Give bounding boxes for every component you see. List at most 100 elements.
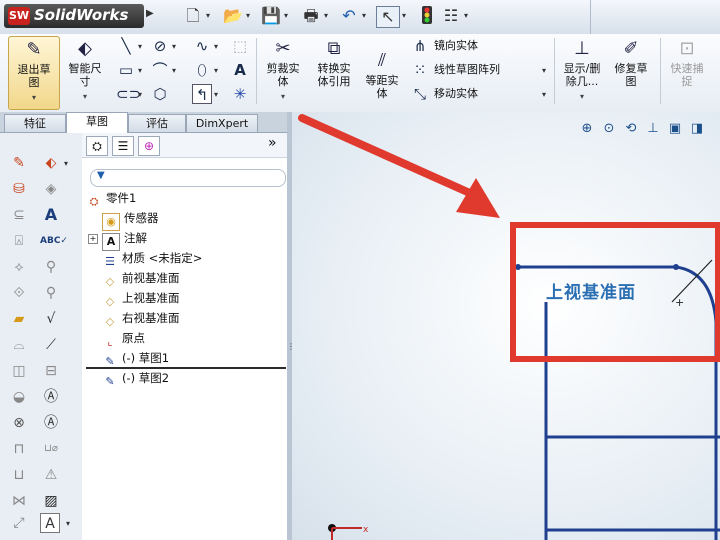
select-pointer-icon[interactable]: ↖ (376, 6, 400, 28)
wrap-icon[interactable]: ◫ (8, 361, 30, 381)
geometric-tolerance-icon[interactable]: ⊔⌀ (40, 439, 62, 459)
arc-icon[interactable]: ⌒ (150, 60, 170, 80)
draft-icon[interactable]: ⟐ (8, 283, 30, 303)
loft-icon[interactable]: ⍓ (8, 231, 30, 251)
dome-icon[interactable]: ◒ (8, 387, 30, 407)
hatch-icon[interactable]: ▨ (40, 491, 62, 511)
scale-icon[interactable]: ⤢ (8, 513, 30, 533)
configuration-tab-icon[interactable]: ⊕ (138, 136, 160, 156)
open-dropdown-icon[interactable]: ▾ (246, 9, 254, 23)
move-entities-button[interactable]: 移动实体 (434, 84, 478, 104)
tree-node-sketch2[interactable]: ✎ (-) 草图2 (102, 369, 169, 388)
undo-dropdown-icon[interactable]: ▾ (362, 9, 370, 23)
tree-node-part[interactable]: ⛭ 零件1 (86, 189, 137, 208)
new-dropdown-icon[interactable]: ▾ (206, 9, 214, 23)
tab-dimxpert[interactable]: DimXpert (186, 114, 258, 132)
tree-node-front-plane[interactable]: ◇ 前视基准面 (102, 269, 180, 288)
collapse-panel-button[interactable]: » (268, 135, 277, 151)
display-delete-relations-button[interactable]: ⊥ 显示/删 除几... ▾ (558, 36, 606, 108)
solidworks-logo[interactable]: SW SolidWorks (4, 4, 144, 28)
undo-icon[interactable]: ↶ (338, 6, 360, 26)
indent-icon[interactable]: ⋈ (8, 491, 30, 511)
linear-pattern-button[interactable]: 线性草图阵列 (434, 60, 500, 80)
traffic-light-icon[interactable] (416, 6, 438, 26)
expand-icon[interactable]: + (88, 234, 98, 244)
balloon-icon[interactable]: ⚲ (40, 257, 62, 277)
move-icon[interactable]: ⤡ (410, 84, 430, 104)
save-dropdown-icon[interactable]: ▾ (284, 9, 292, 23)
tree-node-right-plane[interactable]: ◇ 右视基准面 (102, 309, 180, 328)
fillet-dropdown-icon[interactable]: ▾ (214, 90, 218, 99)
tree-node-sensors[interactable]: ◉ 传感器 (102, 209, 159, 231)
block-dropdown-icon[interactable]: ▾ (66, 519, 70, 528)
arc-dropdown-icon[interactable]: ▾ (172, 66, 176, 75)
open-folder-icon[interactable]: 📂 (222, 6, 244, 26)
tree-node-origin[interactable]: ⌞ 原点 (102, 329, 145, 348)
move-dropdown-icon[interactable]: ▾ (542, 90, 546, 99)
smart-dimension-button[interactable]: ⬖ 智能尺 寸 ▾ (62, 36, 108, 108)
options-dropdown-icon[interactable]: ▾ (464, 9, 472, 23)
line-icon[interactable]: ╲ (116, 36, 136, 56)
spell-check-icon[interactable]: ABC✓ (40, 231, 68, 251)
feature-tree-tab-icon[interactable]: ⛭ (86, 136, 108, 156)
menu-arrow-icon[interactable]: ▶ (146, 8, 154, 19)
options-list-icon[interactable]: ☷ (440, 6, 462, 26)
linear-pattern-dropdown-icon[interactable]: ▾ (542, 66, 546, 75)
grid-icon[interactable]: ⬚ (230, 36, 250, 56)
exit-sketch-button[interactable]: ✎ 退出草 图 ▾ (8, 36, 60, 110)
rectangle-dropdown-icon[interactable]: ▾ (138, 66, 142, 75)
tab-evaluate[interactable]: 评估 (128, 114, 186, 132)
graphics-area[interactable]: ⊕ ⊙ ⟲ ⊥ ▣ ◨ + x 上视基准面 (292, 112, 720, 540)
circle-icon[interactable]: ⊘ (150, 36, 170, 56)
polygon-icon[interactable]: ⬡ (150, 84, 170, 104)
exit-sketch-dropdown-icon[interactable]: ▾ (9, 91, 59, 104)
curve-icon[interactable]: ⊆ (8, 205, 30, 225)
smart-dim-side-icon[interactable]: ⬖ (40, 153, 62, 173)
tree-filter-input[interactable]: ▼ (90, 169, 286, 187)
ellipse-icon[interactable]: ⬯ (192, 60, 212, 80)
quick-snaps-button[interactable]: ⊡ 快速捕 捉 (664, 36, 710, 108)
text-icon[interactable]: A (230, 60, 250, 80)
auto-balloon-icon[interactable]: ⚲ (40, 283, 62, 303)
spline-icon[interactable]: ∿ (192, 36, 212, 56)
trim-entities-button[interactable]: ✂ 剪裁实 体 ▾ (260, 36, 306, 108)
dimension-tool-icon[interactable]: ✎ (8, 153, 30, 173)
rectangle-icon[interactable]: ▭ (116, 60, 136, 80)
datum-feature-icon[interactable]: Ⓐ (40, 387, 62, 407)
slot-dropdown-icon[interactable]: ▾ (138, 90, 142, 99)
delete-icon[interactable]: ⊗ (8, 413, 30, 433)
note-text-icon[interactable]: A (40, 205, 62, 225)
repair-sketch-button[interactable]: ✐ 修复草 图 (608, 36, 654, 108)
revision-icon[interactable]: ⚠ (40, 465, 62, 485)
convert-entities-button[interactable]: ⧉ 转换实 体引用 (308, 36, 360, 108)
shell-icon[interactable]: ⌓ (8, 335, 30, 355)
offset-entities-button[interactable]: ⫽ 等距实 体 (360, 48, 404, 120)
smart-dimension-dropdown-icon[interactable]: ▾ (62, 90, 108, 103)
mirror-icon[interactable]: ⋔ (410, 36, 430, 56)
smart-dim-side-dropdown-icon[interactable]: ▾ (64, 159, 68, 168)
surface-finish-icon[interactable]: √ (40, 309, 62, 329)
sketch-canvas[interactable]: + x (292, 112, 720, 540)
rollback-bar[interactable] (86, 367, 286, 369)
new-document-icon[interactable]: 🗋 (182, 6, 204, 26)
tab-features[interactable]: 特征 (4, 114, 66, 132)
ellipse-dropdown-icon[interactable]: ▾ (214, 66, 218, 75)
fillet-icon[interactable]: ↰ (192, 84, 212, 104)
print-icon[interactable]: 🖶 (300, 6, 322, 26)
tab-sketch[interactable]: 草图 (66, 112, 128, 133)
circle-dropdown-icon[interactable]: ▾ (172, 42, 176, 51)
block-icon[interactable]: A (40, 513, 60, 533)
datum-target-icon[interactable]: Ⓐ (40, 413, 62, 433)
mold-icon[interactable]: ⊓ (8, 439, 30, 459)
property-manager-tab-icon[interactable]: ☰ (112, 136, 134, 156)
hole-callout-icon[interactable]: ⊟ (40, 361, 62, 381)
slot-icon[interactable]: ⊂⊃ (116, 84, 141, 104)
select-dropdown-icon[interactable]: ▾ (402, 9, 410, 23)
linear-pattern-icon[interactable]: ⁙ (410, 60, 430, 80)
trim-dropdown-icon[interactable]: ▾ (260, 90, 306, 103)
surface-icon[interactable]: ▰ (8, 309, 30, 329)
fillet-feature-icon[interactable]: ⛁ (8, 179, 30, 199)
point-icon[interactable]: ✳ (230, 84, 250, 104)
print-dropdown-icon[interactable]: ▾ (324, 9, 332, 23)
ordinate-dim-icon[interactable]: ◈ (40, 179, 62, 199)
